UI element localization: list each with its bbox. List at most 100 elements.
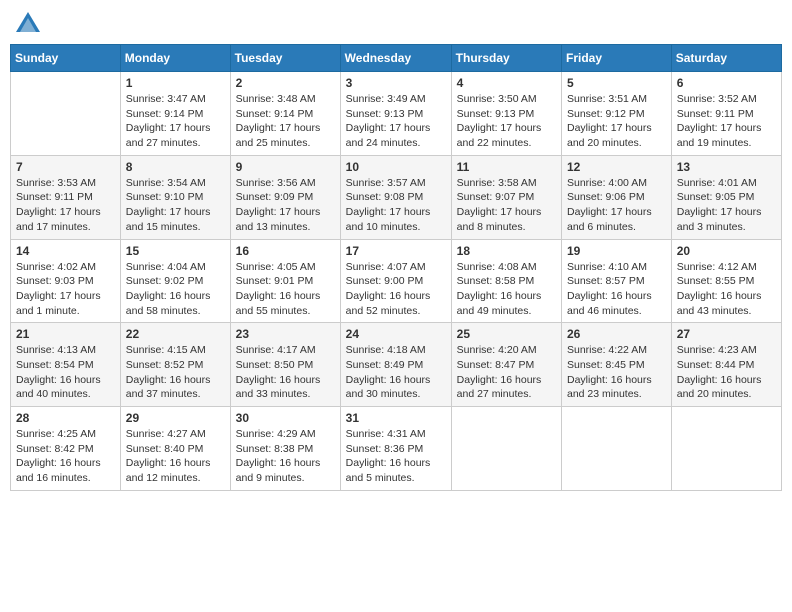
day-info: Sunrise: 4:17 AMSunset: 8:50 PMDaylight:… [236, 343, 335, 402]
logo-icon [14, 10, 42, 38]
weekday-header-thursday: Thursday [451, 45, 561, 72]
calendar-cell: 24 Sunrise: 4:18 AMSunset: 8:49 PMDayligh… [340, 323, 451, 407]
day-number: 18 [457, 244, 556, 258]
calendar-cell: 7 Sunrise: 3:53 AMSunset: 9:11 PMDaylight… [11, 155, 121, 239]
weekday-header-saturday: Saturday [671, 45, 781, 72]
day-number: 8 [126, 160, 225, 174]
day-info: Sunrise: 4:02 AMSunset: 9:03 PMDaylight:… [16, 260, 115, 319]
weekday-header-row: SundayMondayTuesdayWednesdayThursdayFrid… [11, 45, 782, 72]
day-info: Sunrise: 4:15 AMSunset: 8:52 PMDaylight:… [126, 343, 225, 402]
day-info: Sunrise: 3:47 AMSunset: 9:14 PMDaylight:… [126, 92, 225, 151]
day-number: 1 [126, 76, 225, 90]
calendar-cell: 30Sunrise: 4:29 AMSunset: 8:38 PMDayligh… [230, 407, 340, 491]
day-number: 29 [126, 411, 225, 425]
day-number: 24 [346, 327, 446, 341]
calendar-cell: 14 Sunrise: 4:02 AMSunset: 9:03 PMDayligh… [11, 239, 121, 323]
calendar-cell: 26 Sunrise: 4:22 AMSunset: 8:45 PMDayligh… [562, 323, 672, 407]
day-info: Sunrise: 4:25 AMSunset: 8:42 PMDaylight:… [16, 427, 115, 486]
day-number: 25 [457, 327, 556, 341]
page-header [10, 10, 782, 38]
day-number: 4 [457, 76, 556, 90]
day-number: 16 [236, 244, 335, 258]
day-number: 22 [126, 327, 225, 341]
day-number: 12 [567, 160, 666, 174]
day-info: Sunrise: 3:53 AMSunset: 9:11 PMDaylight:… [16, 176, 115, 235]
day-number: 26 [567, 327, 666, 341]
calendar-cell: 23 Sunrise: 4:17 AMSunset: 8:50 PMDayligh… [230, 323, 340, 407]
day-number: 7 [16, 160, 115, 174]
day-info: Sunrise: 4:23 AMSunset: 8:44 PMDaylight:… [677, 343, 776, 402]
calendar-cell: 9 Sunrise: 3:56 AMSunset: 9:09 PMDaylight… [230, 155, 340, 239]
day-info: Sunrise: 3:54 AMSunset: 9:10 PMDaylight:… [126, 176, 225, 235]
day-number: 27 [677, 327, 776, 341]
week-row-5: 28 Sunrise: 4:25 AMSunset: 8:42 PMDayligh… [11, 407, 782, 491]
day-number: 31 [346, 411, 446, 425]
calendar-cell: 18 Sunrise: 4:08 AMSunset: 8:58 PMDayligh… [451, 239, 561, 323]
calendar-cell: 27 Sunrise: 4:23 AMSunset: 8:44 PMDayligh… [671, 323, 781, 407]
day-info: Sunrise: 4:12 AMSunset: 8:55 PMDaylight:… [677, 260, 776, 319]
calendar-cell: 31Sunrise: 4:31 AMSunset: 8:36 PMDayligh… [340, 407, 451, 491]
day-info: Sunrise: 4:27 AMSunset: 8:40 PMDaylight:… [126, 427, 225, 486]
calendar-cell: 1 Sunrise: 3:47 AMSunset: 9:14 PMDaylight… [120, 72, 230, 156]
day-number: 13 [677, 160, 776, 174]
day-info: Sunrise: 3:52 AMSunset: 9:11 PMDaylight:… [677, 92, 776, 151]
calendar-cell: 8 Sunrise: 3:54 AMSunset: 9:10 PMDaylight… [120, 155, 230, 239]
calendar-cell: 13Sunrise: 4:01 AMSunset: 9:05 PMDayligh… [671, 155, 781, 239]
day-info: Sunrise: 4:08 AMSunset: 8:58 PMDaylight:… [457, 260, 556, 319]
day-info: Sunrise: 3:49 AMSunset: 9:13 PMDaylight:… [346, 92, 446, 151]
day-number: 14 [16, 244, 115, 258]
day-info: Sunrise: 4:18 AMSunset: 8:49 PMDaylight:… [346, 343, 446, 402]
day-info: Sunrise: 4:13 AMSunset: 8:54 PMDaylight:… [16, 343, 115, 402]
day-number: 30 [236, 411, 335, 425]
day-info: Sunrise: 3:58 AMSunset: 9:07 PMDaylight:… [457, 176, 556, 235]
day-info: Sunrise: 4:20 AMSunset: 8:47 PMDaylight:… [457, 343, 556, 402]
weekday-header-friday: Friday [562, 45, 672, 72]
day-info: Sunrise: 4:00 AMSunset: 9:06 PMDaylight:… [567, 176, 666, 235]
day-number: 19 [567, 244, 666, 258]
day-number: 9 [236, 160, 335, 174]
week-row-3: 14 Sunrise: 4:02 AMSunset: 9:03 PMDayligh… [11, 239, 782, 323]
calendar-cell: 28 Sunrise: 4:25 AMSunset: 8:42 PMDayligh… [11, 407, 121, 491]
day-number: 17 [346, 244, 446, 258]
calendar-cell: 4 Sunrise: 3:50 AMSunset: 9:13 PMDaylight… [451, 72, 561, 156]
week-row-2: 7 Sunrise: 3:53 AMSunset: 9:11 PMDaylight… [11, 155, 782, 239]
day-info: Sunrise: 3:56 AMSunset: 9:09 PMDaylight:… [236, 176, 335, 235]
calendar-cell: 20 Sunrise: 4:12 AMSunset: 8:55 PMDayligh… [671, 239, 781, 323]
day-info: Sunrise: 4:04 AMSunset: 9:02 PMDaylight:… [126, 260, 225, 319]
day-info: Sunrise: 4:22 AMSunset: 8:45 PMDaylight:… [567, 343, 666, 402]
calendar-cell: 25 Sunrise: 4:20 AMSunset: 8:47 PMDayligh… [451, 323, 561, 407]
day-info: Sunrise: 3:48 AMSunset: 9:14 PMDaylight:… [236, 92, 335, 151]
weekday-header-monday: Monday [120, 45, 230, 72]
calendar-cell: 29 Sunrise: 4:27 AMSunset: 8:40 PMDayligh… [120, 407, 230, 491]
calendar-cell: 10Sunrise: 3:57 AMSunset: 9:08 PMDayligh… [340, 155, 451, 239]
calendar-cell: 5Sunrise: 3:51 AMSunset: 9:12 PMDaylight… [562, 72, 672, 156]
weekday-header-tuesday: Tuesday [230, 45, 340, 72]
calendar-cell: 22 Sunrise: 4:15 AMSunset: 8:52 PMDayligh… [120, 323, 230, 407]
day-info: Sunrise: 3:51 AMSunset: 9:12 PMDaylight:… [567, 92, 666, 151]
day-number: 6 [677, 76, 776, 90]
calendar-cell [451, 407, 561, 491]
day-number: 15 [126, 244, 225, 258]
day-number: 10 [346, 160, 446, 174]
weekday-header-sunday: Sunday [11, 45, 121, 72]
calendar-table: SundayMondayTuesdayWednesdayThursdayFrid… [10, 44, 782, 491]
day-info: Sunrise: 4:07 AMSunset: 9:00 PMDaylight:… [346, 260, 446, 319]
day-number: 11 [457, 160, 556, 174]
day-number: 2 [236, 76, 335, 90]
calendar-cell: 15 Sunrise: 4:04 AMSunset: 9:02 PMDayligh… [120, 239, 230, 323]
calendar-cell [671, 407, 781, 491]
day-number: 28 [16, 411, 115, 425]
calendar-cell: 12 Sunrise: 4:00 AMSunset: 9:06 PMDayligh… [562, 155, 672, 239]
calendar-cell: 19 Sunrise: 4:10 AMSunset: 8:57 PMDayligh… [562, 239, 672, 323]
day-number: 20 [677, 244, 776, 258]
calendar-cell [562, 407, 672, 491]
week-row-1: 1 Sunrise: 3:47 AMSunset: 9:14 PMDaylight… [11, 72, 782, 156]
day-info: Sunrise: 4:10 AMSunset: 8:57 PMDaylight:… [567, 260, 666, 319]
calendar-cell [11, 72, 121, 156]
logo [14, 10, 46, 38]
day-info: Sunrise: 4:05 AMSunset: 9:01 PMDaylight:… [236, 260, 335, 319]
calendar-cell: 16 Sunrise: 4:05 AMSunset: 9:01 PMDayligh… [230, 239, 340, 323]
day-info: Sunrise: 3:50 AMSunset: 9:13 PMDaylight:… [457, 92, 556, 151]
day-number: 23 [236, 327, 335, 341]
calendar-cell: 6 Sunrise: 3:52 AMSunset: 9:11 PMDaylight… [671, 72, 781, 156]
